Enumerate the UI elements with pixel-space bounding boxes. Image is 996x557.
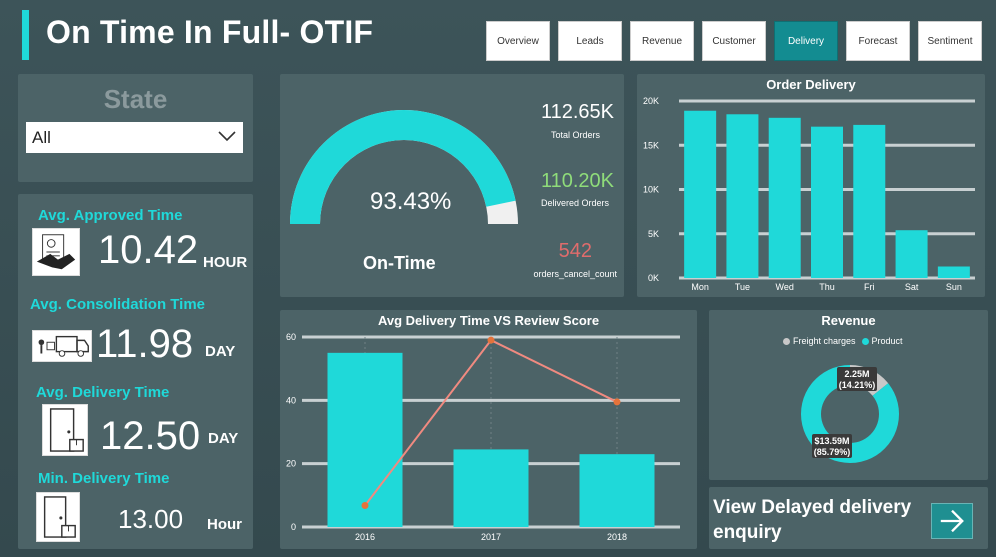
bar-sun (937, 266, 970, 278)
y-tick-label: 5K (648, 229, 659, 239)
bar-mon (684, 110, 717, 278)
y-tick-label: 15K (643, 140, 659, 150)
x-tick-label: Fri (864, 282, 875, 292)
cancelled-orders-label: orders_cancel_count (533, 269, 617, 279)
arrow-right-icon (940, 509, 964, 533)
review-score-point (361, 501, 369, 509)
min-delivery-time-label: Min. Delivery Time (38, 470, 170, 487)
delayed-delivery-line2: enquiry (713, 522, 782, 543)
approved-time-value: 10.42 (98, 228, 199, 272)
delivery-review-chart: 0 20 40 60 2016 2017 2018 (286, 332, 680, 542)
tab-customer[interactable]: Customer (702, 21, 766, 61)
bar-2018 (579, 454, 655, 527)
x-tick-label: 2017 (481, 532, 501, 542)
chevron-down-icon (218, 131, 236, 142)
bar-2016 (327, 352, 403, 527)
y-tick-label: 0 (291, 522, 296, 532)
tab-overview[interactable]: Overview (486, 21, 550, 61)
y-tick-label: 0K (648, 273, 659, 283)
bar-fri (853, 124, 886, 278)
handshake-document-icon (32, 228, 80, 276)
delivery-time-value: 12.50 (100, 414, 201, 458)
y-tick-label: 40 (286, 395, 296, 405)
tab-forecast[interactable]: Forecast (846, 21, 910, 61)
x-tick-label: Thu (819, 282, 835, 292)
delivery-review-panel: Avg Delivery Time VS Review Score 0 20 40 6… (280, 310, 697, 549)
delayed-delivery-text: View Delayed delivery enquiry (713, 495, 911, 545)
order-delivery-panel: Order Delivery 0K 5K 10K 15K 20K Mon Tue Wed Thu… (637, 74, 985, 297)
delivery-time-label: Avg. Delivery Time (36, 384, 170, 401)
title-accent-bar (22, 10, 29, 60)
door-package-icon (42, 404, 88, 456)
metrics-panel: Avg. Approved Time 10.42 HOUR Avg. Conso… (18, 194, 253, 549)
delayed-delivery-line1: View Delayed delivery (713, 497, 912, 518)
min-delivery-time-unit: Hour (207, 516, 242, 533)
delivered-orders-label: Delivered Orders (540, 198, 609, 208)
nav-tabs: Overview Leads Revenue Customer Delivery… (486, 21, 982, 61)
consolidation-time-value: 11.98 (96, 322, 194, 366)
svg-text:2.25M: 2.25M (844, 369, 869, 379)
total-orders-value: 112.65K (540, 101, 614, 123)
product-data-label: $13.59M(85.79%) (812, 434, 852, 458)
tab-revenue[interactable]: Revenue (630, 21, 694, 61)
delivered-orders-value: 110.20K (540, 170, 614, 192)
ontime-panel: 93.43% On-Time 112.65K Total Orders 110.… (280, 74, 624, 297)
state-filter-title: State (103, 84, 168, 114)
consolidation-time-unit: DAY (205, 343, 236, 360)
tab-leads[interactable]: Leads (558, 21, 622, 61)
arrow-right-button[interactable] (931, 503, 973, 539)
approved-time-label: Avg. Approved Time (38, 207, 183, 224)
bar-wed (768, 117, 801, 278)
delayed-delivery-cta[interactable]: View Delayed delivery enquiry (709, 487, 988, 549)
svg-text:$13.59M: $13.59M (814, 436, 849, 446)
total-orders-label: Total Orders (550, 130, 600, 140)
bar-tue (726, 114, 759, 279)
min-delivery-time-value: 13.00 (118, 504, 184, 534)
y-tick-label: 60 (286, 332, 296, 342)
delivery-truck-icon (32, 330, 92, 362)
revenue-panel: Revenue Freight charges Product 2.25M (14… (709, 310, 988, 480)
cancelled-orders-value: 542 (558, 240, 592, 262)
ontime-gauge (290, 109, 518, 224)
review-score-point (613, 398, 621, 406)
bar-sat (895, 230, 928, 278)
gauge-value: 93.43% (370, 188, 452, 215)
x-tick-label: Tue (735, 282, 750, 292)
bar-2017 (453, 449, 529, 527)
revenue-donut-chart: 2.25M(14.21%) $13.59M(85.79%) (801, 365, 899, 463)
state-dropdown[interactable]: All (26, 122, 243, 153)
x-tick-label: Mon (691, 282, 709, 292)
delivery-time-unit: DAY (208, 430, 239, 447)
y-tick-label: 20 (286, 459, 296, 469)
tab-sentiment[interactable]: Sentiment (918, 21, 982, 61)
y-tick-label: 20K (643, 96, 659, 106)
state-dropdown-value: All (32, 127, 51, 147)
ontime-label: On-Time (363, 253, 436, 273)
x-tick-label: Sat (905, 282, 919, 292)
state-filter-panel: State All (18, 74, 253, 182)
approved-time-unit: HOUR (203, 254, 248, 271)
x-tick-label: Sun (946, 282, 962, 292)
order-delivery-chart: 0K 5K 10K 15K 20K Mon Tue Wed Thu Fri Sat Sun (643, 96, 975, 292)
x-tick-label: 2018 (607, 532, 627, 542)
review-score-point (487, 336, 495, 344)
svg-text:(85.79%): (85.79%) (814, 447, 851, 457)
x-tick-label: 2016 (355, 532, 375, 542)
door-package-icon (36, 492, 80, 542)
y-tick-label: 10K (643, 185, 659, 195)
freight-data-label: 2.25M(14.21%) (837, 367, 877, 391)
x-tick-label: Wed (776, 282, 794, 292)
svg-text:(14.21%): (14.21%) (839, 380, 876, 390)
consolidation-time-label: Avg. Consolidation Time (30, 296, 206, 313)
tab-delivery[interactable]: Delivery (774, 21, 838, 61)
bar-thu (811, 126, 843, 278)
page-title: On Time In Full- OTIF (46, 14, 374, 50)
